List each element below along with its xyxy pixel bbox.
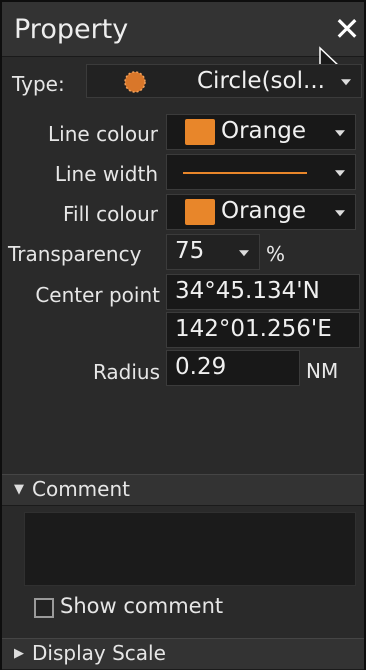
chevron-down-icon [341, 79, 351, 86]
property-panel: Property ✕ Type: Circle(sol... Line colo… [0, 0, 366, 670]
chevron-down-icon [335, 210, 345, 217]
circle-solid-icon [124, 71, 146, 93]
fill-colour-value: Orange [221, 198, 306, 224]
fill-colour-label: Fill colour [63, 202, 158, 226]
chevron-down-icon [239, 250, 249, 257]
line-colour-dropdown[interactable]: Orange [166, 114, 356, 150]
show-comment-label: Show comment [60, 594, 224, 618]
center-lon-value: 142°01.256'E [175, 316, 332, 342]
caret-right-icon: ▶ [14, 646, 24, 661]
line-width-preview [183, 172, 307, 174]
caret-down-icon: ▼ [14, 482, 24, 497]
comment-textarea[interactable] [24, 512, 356, 586]
radius-label: Radius [92, 360, 160, 384]
transparency-dropdown[interactable]: 75 [166, 234, 260, 270]
line-width-dropdown[interactable] [166, 154, 356, 190]
transparency-label: Transparency [8, 242, 142, 266]
fill-colour-swatch [185, 199, 215, 225]
close-icon[interactable]: ✕ [332, 12, 362, 46]
chevron-down-icon [335, 170, 345, 177]
radius-unit: NM [306, 359, 339, 383]
fill-colour-dropdown[interactable]: Orange [166, 194, 356, 230]
line-colour-swatch [185, 119, 215, 145]
line-colour-label: Line colour [48, 122, 158, 146]
comment-header-label: Comment [32, 477, 130, 501]
window-title: Property [14, 14, 129, 45]
center-lon-input[interactable]: 142°01.256'E [166, 312, 360, 348]
center-lat-value: 34°45.134'N [175, 278, 320, 304]
display-scale-section-header[interactable]: ▶ Display Scale [2, 638, 364, 670]
type-value: Circle(sol... [197, 68, 325, 94]
transparency-unit: % [266, 242, 286, 266]
center-point-label: Center point [35, 283, 160, 307]
type-dropdown[interactable]: Circle(sol... [86, 64, 362, 98]
radius-input[interactable]: 0.29 [166, 350, 300, 386]
display-scale-header-label: Display Scale [32, 641, 166, 665]
radius-value: 0.29 [175, 354, 227, 380]
transparency-value: 75 [175, 238, 205, 264]
show-comment-checkbox[interactable] [34, 598, 54, 618]
chevron-down-icon [335, 130, 345, 137]
center-lat-input[interactable]: 34°45.134'N [166, 274, 360, 310]
line-colour-value: Orange [221, 118, 306, 144]
type-label: Type: [12, 72, 65, 96]
title-bar[interactable]: Property ✕ [2, 2, 364, 57]
line-width-label: Line width [54, 162, 158, 186]
comment-section-header[interactable]: ▼ Comment [2, 474, 364, 506]
